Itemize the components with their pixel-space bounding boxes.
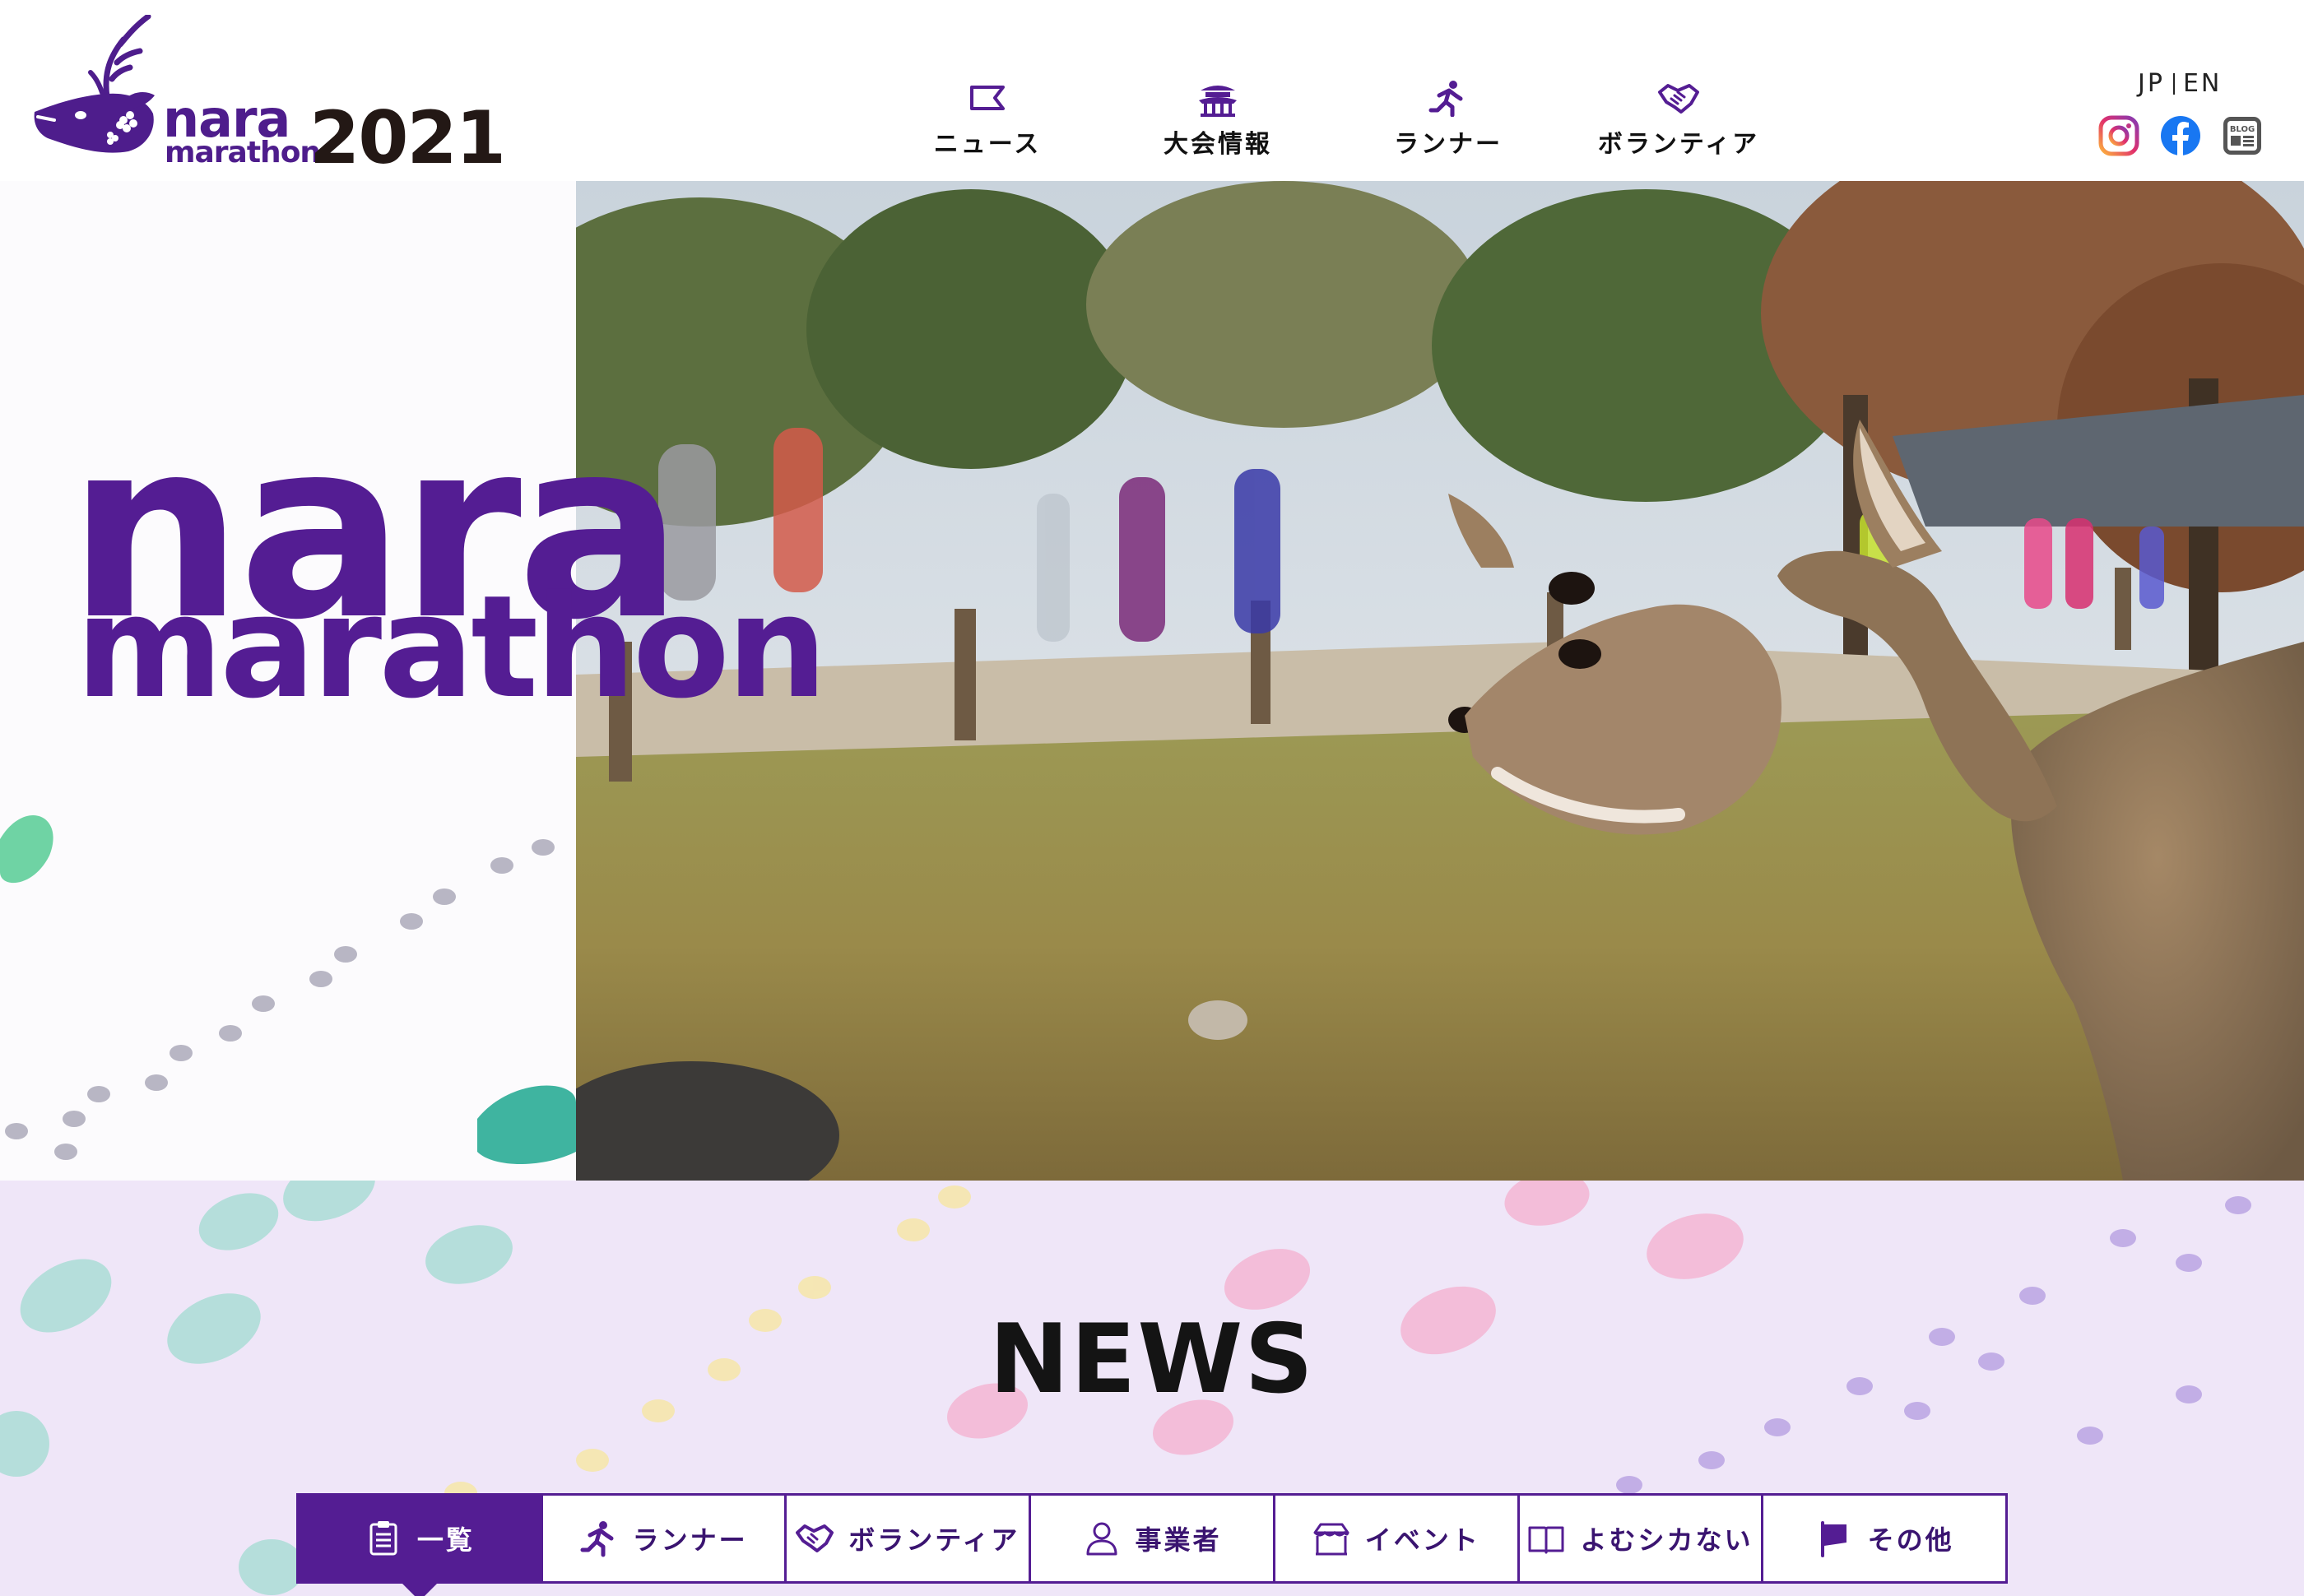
book-icon [1528,1526,1564,1554]
nav-runner[interactable]: ランナー [1333,79,1563,169]
tab-business[interactable]: 事業者 [1031,1496,1275,1581]
clipboard-icon [369,1521,397,1556]
flag-icon [1820,1521,1846,1557]
tent-icon [1313,1523,1349,1556]
tab-all-label: 一覧 [416,1524,475,1556]
tab-volunteer[interactable]: ボランティア [787,1496,1032,1581]
tab-business-label: 事業者 [1135,1524,1222,1556]
nav-news[interactable]: ニュース [872,79,1103,169]
instagram-icon[interactable] [2098,115,2139,156]
news-heading: NEWS [989,1304,1315,1415]
person-icon [1086,1522,1117,1556]
tab-reading[interactable]: よむシカない [1519,1496,1764,1581]
runner-icon [1428,81,1463,117]
tab-event-label: イベント [1364,1524,1480,1556]
lang-divider [2172,72,2175,95]
lang-jp-link[interactable]: JP [2138,69,2165,98]
tab-volunteer-label: ボランティア [848,1524,1020,1556]
tab-runner[interactable]: ランナー [542,1496,787,1581]
deer-and-runners-photo [576,181,2304,1181]
nav-volunteer-label: ボランティア [1597,130,1760,159]
global-nav: ニュース 大会情報 ランナー ボランティア [872,79,1794,169]
language-switcher: JP EN [2138,69,2222,98]
handshake-icon [796,1524,834,1552]
tab-all[interactable]: 一覧 [299,1496,543,1596]
hero-title-marathon: marathon [76,564,827,730]
site-header: nara marathon 2021 ニュース 大会情報 ランナー ボランティア… [0,0,2304,181]
svg-text:BLOG: BLOG [2230,125,2255,134]
site-logo[interactable]: nara marathon 2021 [31,15,525,180]
logo-word-marathon: marathon [165,136,321,169]
hero-section: nara marathon [0,181,2304,1181]
news-category-tabs: 一覧 ランナー ボランティア 事業者 イベント よむシカない その他 [296,1493,2008,1596]
nav-event-info-label: 大会情報 [1164,130,1272,159]
news-section: NEWS 一覧 ランナー ボランティア 事業者 イベント よむシカない その他 [0,1181,2304,1596]
lang-en-link[interactable]: EN [2183,69,2222,98]
nav-runner-label: ランナー [1394,130,1503,159]
logo-year: 2021 [309,95,506,180]
social-links: BLOG [2098,115,2263,156]
handshake-icon [1658,84,1699,114]
tab-event[interactable]: イベント [1275,1496,1520,1581]
deer-logo-icon [34,15,155,153]
runner-icon [580,1521,614,1557]
tab-other[interactable]: その他 [1763,1496,2006,1581]
flag-outline-icon [970,86,1005,110]
nav-event-info[interactable]: 大会情報 [1103,79,1333,169]
facebook-icon[interactable] [2160,115,2201,156]
blog-icon[interactable]: BLOG [2222,115,2263,156]
temple-icon [1199,86,1237,117]
tab-reading-label: よむシカない [1580,1524,1754,1556]
nav-volunteer[interactable]: ボランティア [1563,79,1794,169]
tab-runner-label: ランナー [632,1524,748,1556]
nav-news-label: ニュース [933,130,1042,159]
footprints-decoration [0,815,576,1164]
tab-other-label: その他 [1867,1524,1954,1556]
